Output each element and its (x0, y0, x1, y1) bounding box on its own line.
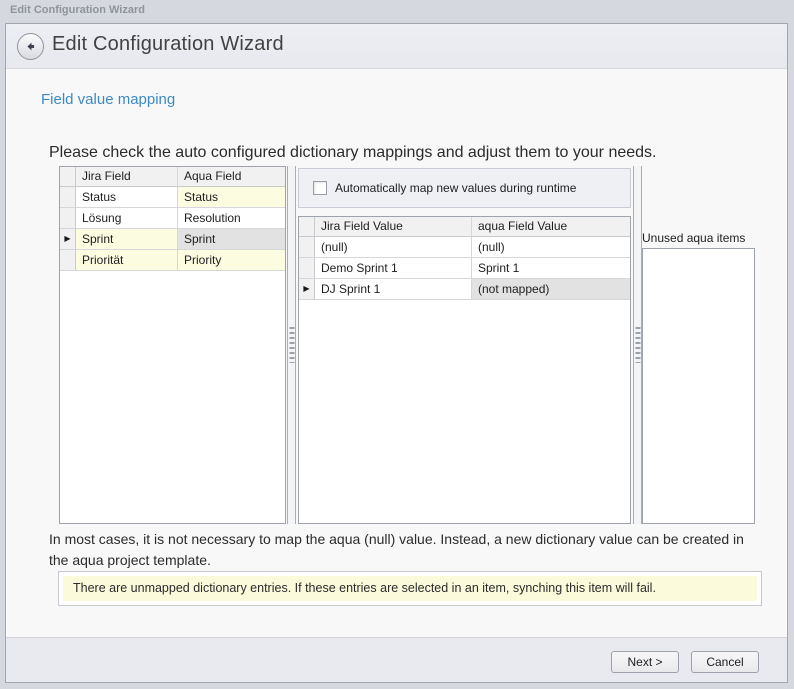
row-selector[interactable] (60, 250, 76, 271)
field-table-header: Jira Field Aqua Field (60, 167, 285, 187)
column-header-jira-field-value[interactable]: Jira Field Value (315, 217, 472, 237)
auto-map-checkbox-label[interactable]: Automatically map new values during runt… (335, 181, 576, 195)
splitter-handle-right[interactable] (633, 166, 642, 524)
cell-jira-value[interactable]: Demo Sprint 1 (315, 258, 472, 279)
column-header-jira-field[interactable]: Jira Field (76, 167, 178, 187)
table-row-current[interactable]: ▶ Sprint Sprint (60, 229, 285, 250)
cell-aqua-field[interactable]: Priority (178, 250, 285, 271)
cancel-button[interactable]: Cancel (691, 651, 759, 673)
unused-aqua-items-list[interactable] (642, 248, 755, 524)
splitter-grip-icon (289, 327, 294, 363)
cell-jira-value[interactable]: (null) (315, 237, 472, 258)
cell-jira-value[interactable]: DJ Sprint 1 (315, 279, 472, 300)
cell-aqua-field[interactable]: Resolution (178, 208, 285, 229)
wizard-dialog: Edit Configuration Wizard Field value ma… (5, 23, 788, 683)
table-row[interactable]: Priorität Priority (60, 250, 285, 271)
wizard-header: Edit Configuration Wizard (6, 24, 787, 69)
column-header-aqua-field-value[interactable]: aqua Field Value (472, 217, 630, 237)
current-row-arrow-icon[interactable]: ▶ (60, 229, 76, 250)
cell-jira-field[interactable]: Status (76, 187, 178, 208)
instruction-text: Please check the auto configured diction… (49, 144, 656, 162)
warning-text: There are unmapped dictionary entries. I… (63, 576, 757, 601)
cell-jira-field[interactable]: Sprint (76, 229, 178, 250)
cell-aqua-field[interactable]: Status (178, 187, 285, 208)
table-row[interactable]: Lösung Resolution (60, 208, 285, 229)
table-row-current[interactable]: ▶ DJ Sprint 1 (not mapped) (299, 279, 630, 300)
column-header-aqua-field[interactable]: Aqua Field (178, 167, 285, 187)
row-selector-header (299, 217, 315, 237)
table-row[interactable]: (null) (null) (299, 237, 630, 258)
current-row-arrow-icon[interactable]: ▶ (299, 279, 315, 300)
back-arrow-icon (24, 40, 37, 53)
row-selector[interactable] (60, 208, 76, 229)
warning-panel: There are unmapped dictionary entries. I… (58, 571, 762, 606)
window-caption: Edit Configuration Wizard (10, 4, 145, 16)
cell-aqua-value[interactable]: Sprint 1 (472, 258, 630, 279)
cell-aqua-value-selected[interactable]: (not mapped) (472, 279, 630, 300)
back-button[interactable] (17, 33, 44, 60)
footer-bar: Next > Cancel (6, 637, 787, 682)
value-table-header: Jira Field Value aqua Field Value (299, 217, 630, 237)
row-selector[interactable] (299, 258, 315, 279)
table-row[interactable]: Demo Sprint 1 Sprint 1 (299, 258, 630, 279)
next-button[interactable]: Next > (611, 651, 679, 673)
runtime-mapping-panel: Automatically map new values during runt… (298, 168, 631, 208)
splitter-handle-left[interactable] (287, 166, 296, 524)
value-mapping-table[interactable]: Jira Field Value aqua Field Value (null)… (298, 216, 631, 524)
row-selector[interactable] (299, 237, 315, 258)
cell-jira-field[interactable]: Lösung (76, 208, 178, 229)
row-selector-header (60, 167, 76, 187)
row-selector[interactable] (60, 187, 76, 208)
auto-map-checkbox[interactable] (313, 181, 327, 195)
table-row[interactable]: Status Status (60, 187, 285, 208)
section-title: Field value mapping (41, 91, 175, 108)
unused-aqua-items-label: Unused aqua items (642, 231, 745, 245)
field-mapping-table[interactable]: Jira Field Aqua Field Status Status Lösu… (59, 166, 286, 524)
cell-jira-field[interactable]: Priorität (76, 250, 178, 271)
note-text: In most cases, it is not necessary to ma… (49, 529, 749, 571)
splitter-grip-icon (635, 327, 640, 363)
cell-aqua-value[interactable]: (null) (472, 237, 630, 258)
cell-aqua-field-selected[interactable]: Sprint (178, 229, 285, 250)
page-title: Edit Configuration Wizard (52, 33, 284, 56)
